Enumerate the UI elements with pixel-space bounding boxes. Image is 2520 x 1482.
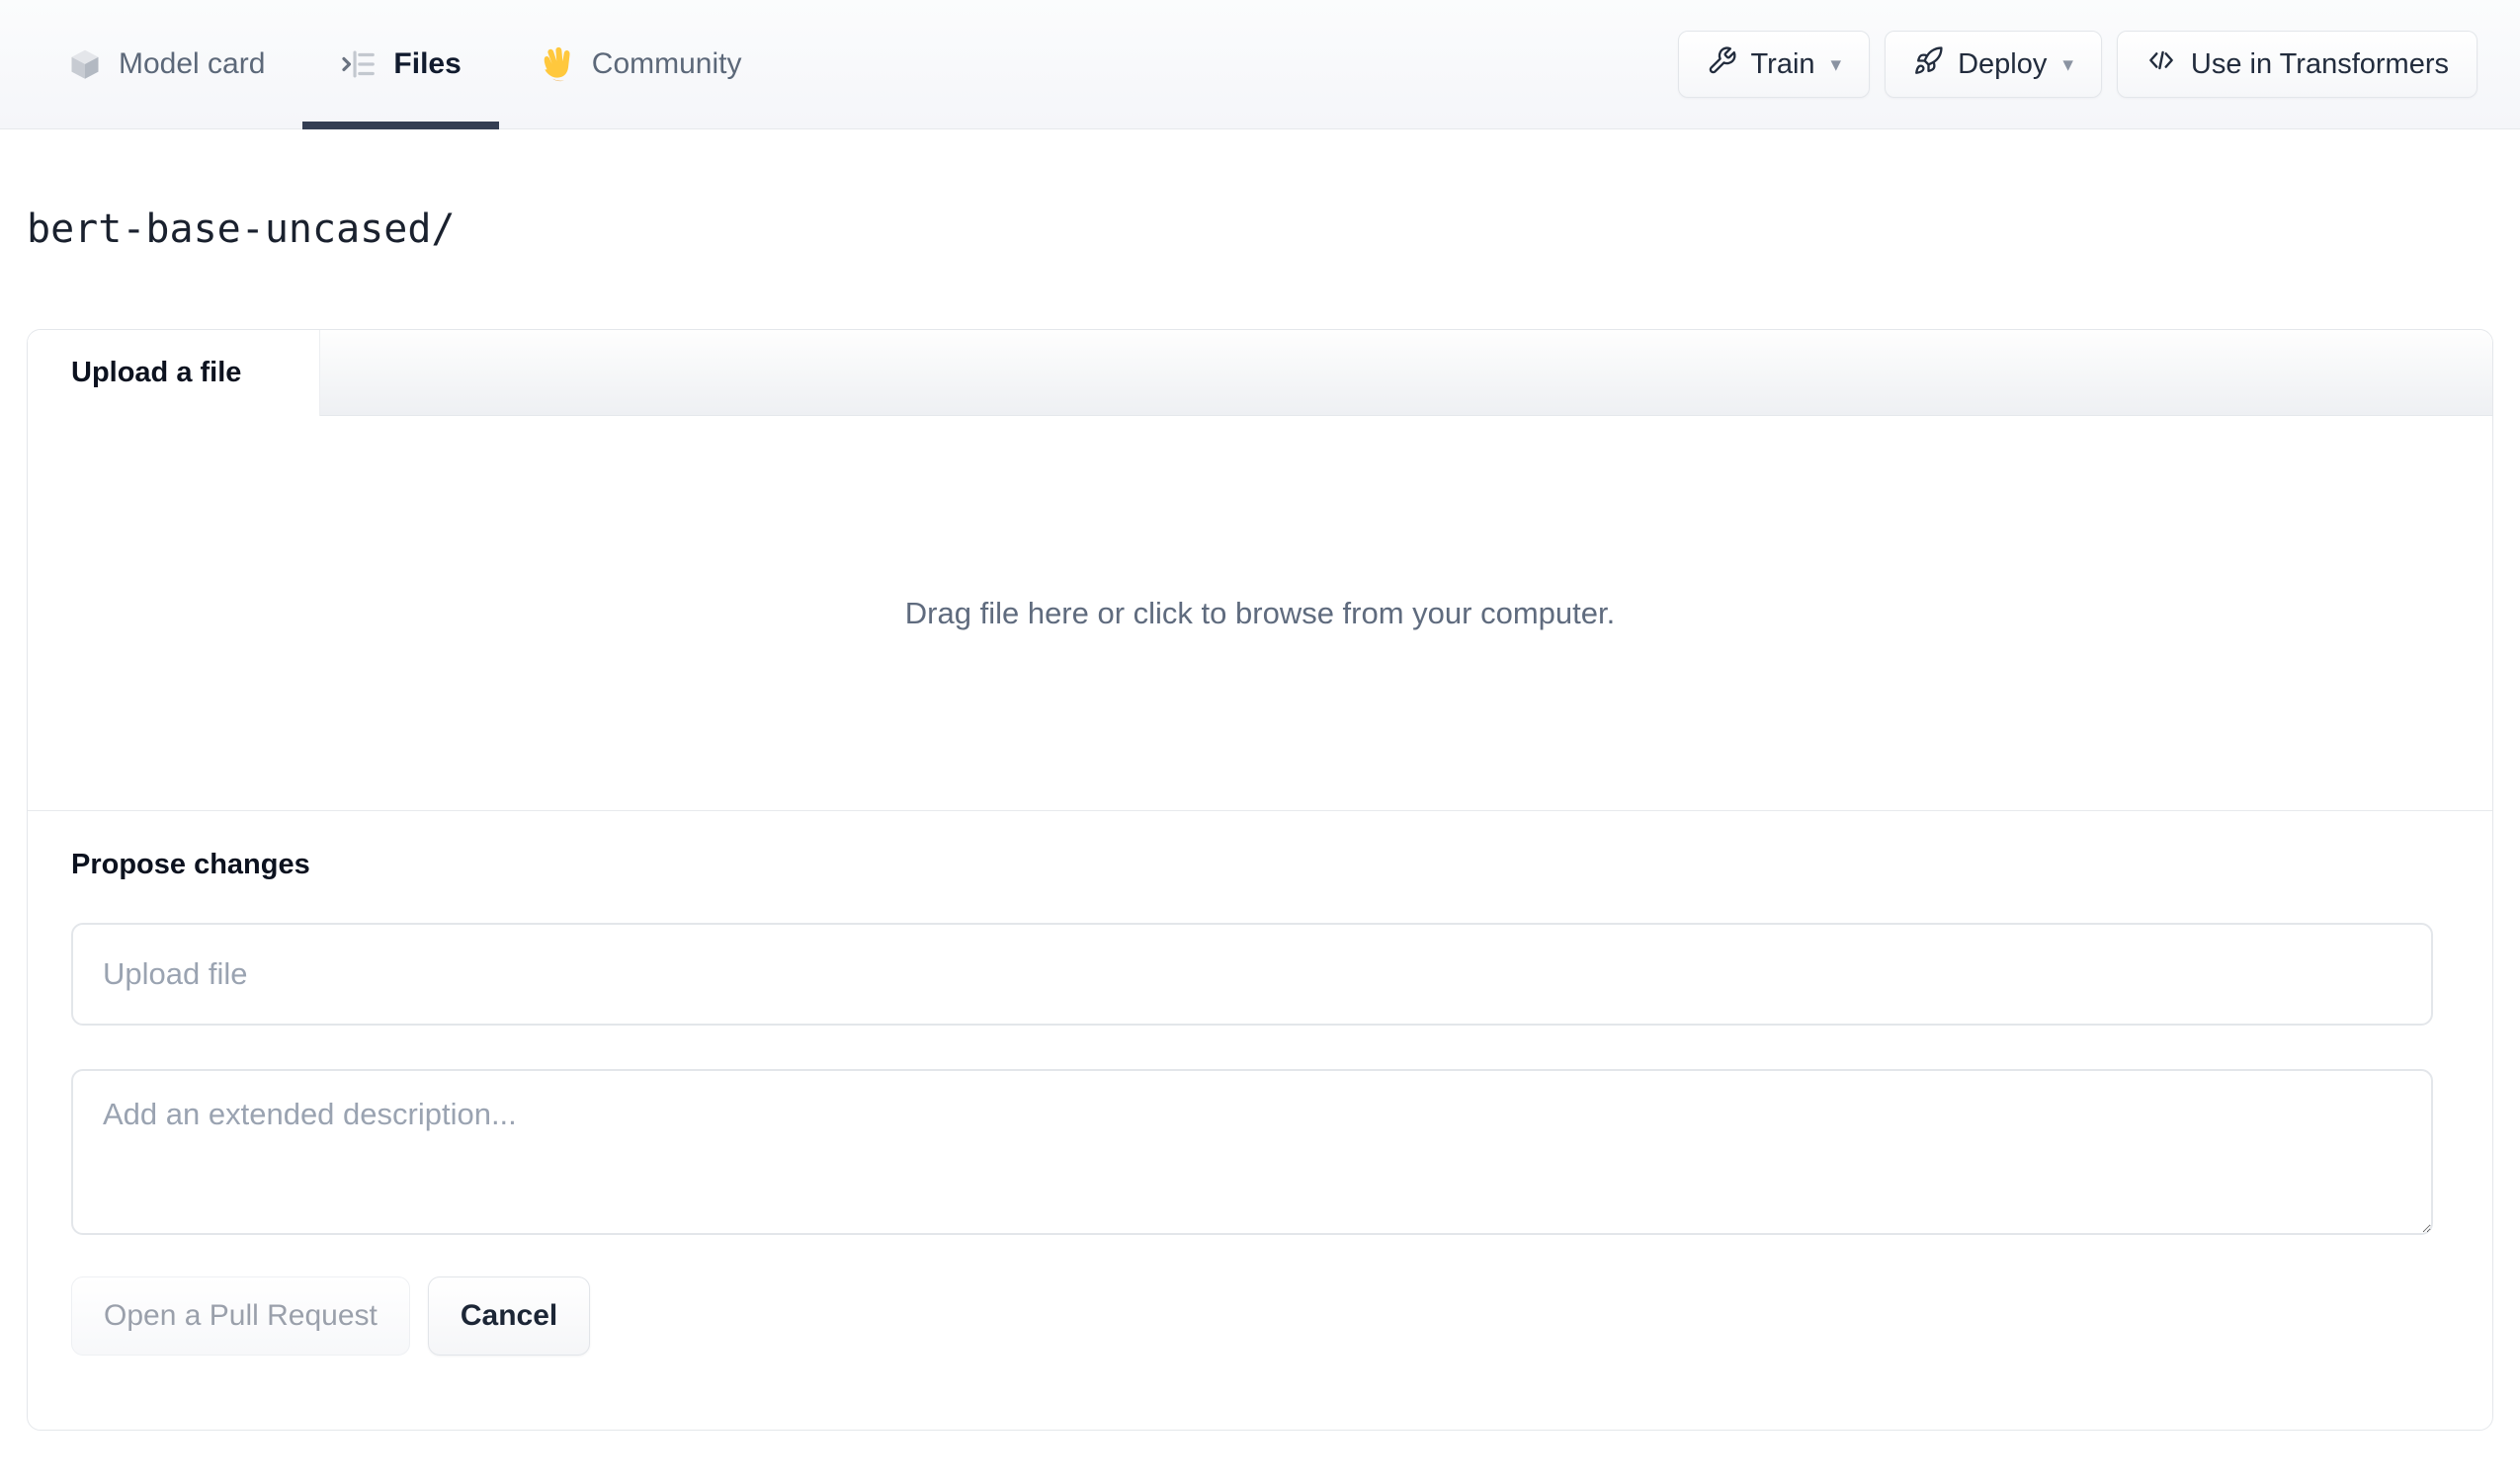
train-button-label: Train bbox=[1750, 47, 1815, 80]
caret-down-icon: ▾ bbox=[2062, 52, 2073, 76]
tab-model-card[interactable]: Model card bbox=[30, 0, 302, 128]
tab-upload-a-file-label: Upload a file bbox=[71, 357, 242, 388]
breadcrumb: bert-base-uncased/ bbox=[27, 206, 2493, 252]
repo-actions: Train ▾ Deploy ▾ Use in Transformers bbox=[1677, 0, 2520, 128]
wrench-icon bbox=[1707, 45, 1737, 84]
tab-community-label: Community bbox=[591, 47, 742, 80]
extended-description-textarea[interactable] bbox=[71, 1069, 2433, 1235]
deploy-button-label: Deploy bbox=[1958, 47, 2048, 80]
tab-files[interactable]: Files bbox=[302, 0, 500, 129]
use-in-transformers-label: Use in Transformers bbox=[2190, 47, 2449, 80]
tab-upload-a-file[interactable]: Upload a file bbox=[28, 330, 320, 416]
open-pull-request-button[interactable]: Open a Pull Request bbox=[71, 1276, 410, 1356]
cancel-button[interactable]: Cancel bbox=[427, 1276, 591, 1356]
caret-down-icon: ▾ bbox=[1830, 52, 1842, 76]
train-button[interactable]: Train ▾ bbox=[1677, 31, 1871, 98]
deploy-button[interactable]: Deploy ▾ bbox=[1885, 31, 2102, 98]
tab-model-card-label: Model card bbox=[119, 47, 266, 80]
tab-files-label: Files bbox=[393, 47, 462, 80]
upload-file-panel: Upload a file Drag file here or click to… bbox=[27, 329, 2493, 1431]
form-actions: Open a Pull Request Cancel bbox=[71, 1276, 2449, 1356]
code-icon bbox=[2145, 44, 2177, 84]
breadcrumb-repo-path[interactable]: bert-base-uncased/ bbox=[27, 206, 455, 252]
upload-filename-input[interactable] bbox=[71, 923, 2433, 1026]
propose-changes-section: Propose changes Open a Pull Request Canc… bbox=[28, 811, 2492, 1395]
tabbar-filler bbox=[320, 330, 2492, 416]
propose-changes-heading: Propose changes bbox=[71, 849, 310, 880]
panel-tabbar: Upload a file bbox=[28, 330, 2492, 416]
file-dropzone[interactable]: Drag file here or click to browse from y… bbox=[28, 416, 2492, 811]
rocket-icon bbox=[1913, 45, 1944, 84]
use-in-transformers-button[interactable]: Use in Transformers bbox=[2116, 31, 2478, 98]
dropzone-hint-text: Drag file here or click to browse from y… bbox=[904, 595, 1616, 630]
waving-hand-emoji bbox=[537, 44, 576, 84]
tab-community[interactable]: Community bbox=[499, 0, 780, 128]
top-navigation-bar: Model card Files Community Train ▾ Deplo… bbox=[0, 0, 2520, 129]
repo-tabs: Model card Files Community bbox=[0, 0, 780, 129]
cube-icon bbox=[67, 46, 103, 82]
files-list-icon bbox=[340, 45, 378, 83]
